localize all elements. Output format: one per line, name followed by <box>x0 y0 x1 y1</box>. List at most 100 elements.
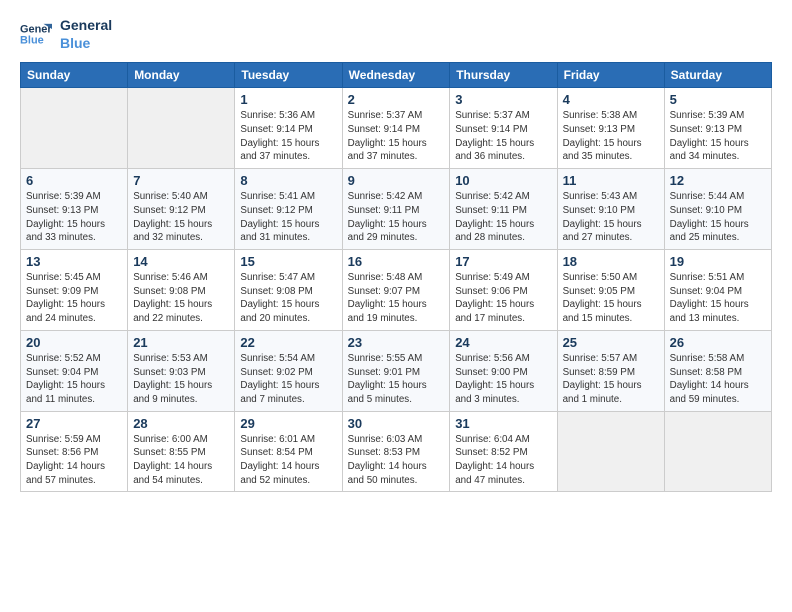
calendar-cell: 29Sunrise: 6:01 AM Sunset: 8:54 PM Dayli… <box>235 411 342 492</box>
day-detail: Sunrise: 5:44 AM Sunset: 9:10 PM Dayligh… <box>670 190 766 245</box>
day-detail: Sunrise: 5:39 AM Sunset: 9:13 PM Dayligh… <box>26 190 122 245</box>
day-detail: Sunrise: 5:56 AM Sunset: 9:00 PM Dayligh… <box>455 352 551 407</box>
day-detail: Sunrise: 5:55 AM Sunset: 9:01 PM Dayligh… <box>348 352 445 407</box>
day-number: 16 <box>348 254 445 269</box>
day-detail: Sunrise: 5:36 AM Sunset: 9:14 PM Dayligh… <box>240 109 336 164</box>
day-detail: Sunrise: 6:04 AM Sunset: 8:52 PM Dayligh… <box>455 433 551 488</box>
calendar-cell <box>128 88 235 169</box>
day-detail: Sunrise: 5:57 AM Sunset: 8:59 PM Dayligh… <box>563 352 659 407</box>
col-header-tuesday: Tuesday <box>235 63 342 88</box>
day-detail: Sunrise: 5:52 AM Sunset: 9:04 PM Dayligh… <box>26 352 122 407</box>
day-detail: Sunrise: 5:42 AM Sunset: 9:11 PM Dayligh… <box>455 190 551 245</box>
day-number: 24 <box>455 335 551 350</box>
week-row-5: 27 Sunrise: 5:59 AM Sunset: 8:56 PM Dayli… <box>21 411 772 492</box>
calendar-cell: 5 Sunrise: 5:39 AM Sunset: 9:13 PM Daylig… <box>664 88 771 169</box>
day-detail: Sunrise: 5:59 AM Sunset: 8:56 PM Dayligh… <box>26 433 122 488</box>
day-detail: Sunrise: 5:38 AM Sunset: 9:13 PM Dayligh… <box>563 109 659 164</box>
calendar-cell <box>557 411 664 492</box>
calendar-cell: 31 Sunrise: 6:04 AM Sunset: 8:52 PM Dayli… <box>450 411 557 492</box>
day-number: 23 <box>348 335 445 350</box>
day-detail: Sunrise: 5:37 AM Sunset: 9:14 PM Dayligh… <box>455 109 551 164</box>
calendar-cell: 17 Sunrise: 5:49 AM Sunset: 9:06 PM Dayli… <box>450 250 557 331</box>
day-detail: Sunrise: 5:45 AM Sunset: 9:09 PM Dayligh… <box>26 271 122 326</box>
day-detail: Sunrise: 5:58 AM Sunset: 8:58 PM Dayligh… <box>670 352 766 407</box>
day-number: 5 <box>670 92 766 107</box>
calendar-cell: 22 Sunrise: 5:54 AM Sunset: 9:02 PM Dayli… <box>235 330 342 411</box>
calendar-cell: 27 Sunrise: 5:59 AM Sunset: 8:56 PM Dayli… <box>21 411 128 492</box>
calendar-header-row: SundayMondayTuesdayWednesdayThursdayFrid… <box>21 63 772 88</box>
day-number: 17 <box>455 254 551 269</box>
day-number: 25 <box>563 335 659 350</box>
logo-text: General Blue <box>60 16 112 52</box>
day-detail: Sunrise: 5:37 AM Sunset: 9:14 PM Dayligh… <box>348 109 445 164</box>
calendar-cell: 13Sunrise: 5:45 AM Sunset: 9:09 PM Dayli… <box>21 250 128 331</box>
day-number: 8 <box>240 173 336 188</box>
day-number: 3 <box>455 92 551 107</box>
col-header-friday: Friday <box>557 63 664 88</box>
calendar-cell: 26 Sunrise: 5:58 AM Sunset: 8:58 PM Dayli… <box>664 330 771 411</box>
calendar-cell: 7 Sunrise: 5:40 AM Sunset: 9:12 PM Daylig… <box>128 169 235 250</box>
day-number: 30 <box>348 416 445 431</box>
calendar-cell: 12 Sunrise: 5:44 AM Sunset: 9:10 PM Dayli… <box>664 169 771 250</box>
day-detail: Sunrise: 6:00 AM Sunset: 8:55 PM Dayligh… <box>133 433 229 488</box>
calendar-cell: 25 Sunrise: 5:57 AM Sunset: 8:59 PM Dayli… <box>557 330 664 411</box>
calendar-cell: 20 Sunrise: 5:52 AM Sunset: 9:04 PM Dayli… <box>21 330 128 411</box>
day-detail: Sunrise: 5:39 AM Sunset: 9:13 PM Dayligh… <box>670 109 766 164</box>
day-number: 28 <box>133 416 229 431</box>
day-number: 11 <box>563 173 659 188</box>
logo: General Blue General Blue <box>20 16 112 52</box>
calendar-cell: 15 Sunrise: 5:47 AM Sunset: 9:08 PM Dayli… <box>235 250 342 331</box>
day-number: 7 <box>133 173 229 188</box>
day-number: 14 <box>133 254 229 269</box>
day-number: 9 <box>348 173 445 188</box>
week-row-3: 13Sunrise: 5:45 AM Sunset: 9:09 PM Dayli… <box>21 250 772 331</box>
day-number: 15 <box>240 254 336 269</box>
day-number: 26 <box>670 335 766 350</box>
day-number: 18 <box>563 254 659 269</box>
calendar-cell: 4Sunrise: 5:38 AM Sunset: 9:13 PM Daylig… <box>557 88 664 169</box>
col-header-saturday: Saturday <box>664 63 771 88</box>
day-detail: Sunrise: 5:54 AM Sunset: 9:02 PM Dayligh… <box>240 352 336 407</box>
calendar-cell: 21Sunrise: 5:53 AM Sunset: 9:03 PM Dayli… <box>128 330 235 411</box>
day-detail: Sunrise: 5:43 AM Sunset: 9:10 PM Dayligh… <box>563 190 659 245</box>
calendar-cell: 23 Sunrise: 5:55 AM Sunset: 9:01 PM Dayli… <box>342 330 450 411</box>
calendar-cell: 28 Sunrise: 6:00 AM Sunset: 8:55 PM Dayli… <box>128 411 235 492</box>
col-header-thursday: Thursday <box>450 63 557 88</box>
day-number: 20 <box>26 335 122 350</box>
day-number: 6 <box>26 173 122 188</box>
calendar-cell: 24 Sunrise: 5:56 AM Sunset: 9:00 PM Dayli… <box>450 330 557 411</box>
week-row-4: 20 Sunrise: 5:52 AM Sunset: 9:04 PM Dayli… <box>21 330 772 411</box>
day-number: 2 <box>348 92 445 107</box>
day-number: 27 <box>26 416 122 431</box>
calendar-table: SundayMondayTuesdayWednesdayThursdayFrid… <box>20 62 772 492</box>
calendar-cell: 30 Sunrise: 6:03 AM Sunset: 8:53 PM Dayli… <box>342 411 450 492</box>
day-detail: Sunrise: 5:50 AM Sunset: 9:05 PM Dayligh… <box>563 271 659 326</box>
week-row-2: 6 Sunrise: 5:39 AM Sunset: 9:13 PM Daylig… <box>21 169 772 250</box>
day-number: 21 <box>133 335 229 350</box>
day-detail: Sunrise: 5:46 AM Sunset: 9:08 PM Dayligh… <box>133 271 229 326</box>
day-detail: Sunrise: 5:48 AM Sunset: 9:07 PM Dayligh… <box>348 271 445 326</box>
calendar-cell: 8Sunrise: 5:41 AM Sunset: 9:12 PM Daylig… <box>235 169 342 250</box>
day-detail: Sunrise: 5:40 AM Sunset: 9:12 PM Dayligh… <box>133 190 229 245</box>
day-detail: Sunrise: 6:01 AM Sunset: 8:54 PM Dayligh… <box>240 433 336 488</box>
day-detail: Sunrise: 5:47 AM Sunset: 9:08 PM Dayligh… <box>240 271 336 326</box>
day-number: 12 <box>670 173 766 188</box>
calendar-cell: 10Sunrise: 5:42 AM Sunset: 9:11 PM Dayli… <box>450 169 557 250</box>
day-detail: Sunrise: 5:49 AM Sunset: 9:06 PM Dayligh… <box>455 271 551 326</box>
calendar-cell: 19Sunrise: 5:51 AM Sunset: 9:04 PM Dayli… <box>664 250 771 331</box>
calendar-cell: 6 Sunrise: 5:39 AM Sunset: 9:13 PM Daylig… <box>21 169 128 250</box>
day-number: 22 <box>240 335 336 350</box>
calendar-cell: 2 Sunrise: 5:37 AM Sunset: 9:14 PM Daylig… <box>342 88 450 169</box>
calendar-cell: 3 Sunrise: 5:37 AM Sunset: 9:14 PM Daylig… <box>450 88 557 169</box>
col-header-sunday: Sunday <box>21 63 128 88</box>
logo-icon: General Blue <box>20 20 52 48</box>
week-row-1: 1Sunrise: 5:36 AM Sunset: 9:14 PM Daylig… <box>21 88 772 169</box>
day-detail: Sunrise: 6:03 AM Sunset: 8:53 PM Dayligh… <box>348 433 445 488</box>
calendar-cell <box>21 88 128 169</box>
page-header: General Blue General Blue <box>20 16 772 52</box>
calendar-cell <box>664 411 771 492</box>
day-detail: Sunrise: 5:51 AM Sunset: 9:04 PM Dayligh… <box>670 271 766 326</box>
day-detail: Sunrise: 5:42 AM Sunset: 9:11 PM Dayligh… <box>348 190 445 245</box>
calendar-cell: 1Sunrise: 5:36 AM Sunset: 9:14 PM Daylig… <box>235 88 342 169</box>
day-number: 31 <box>455 416 551 431</box>
